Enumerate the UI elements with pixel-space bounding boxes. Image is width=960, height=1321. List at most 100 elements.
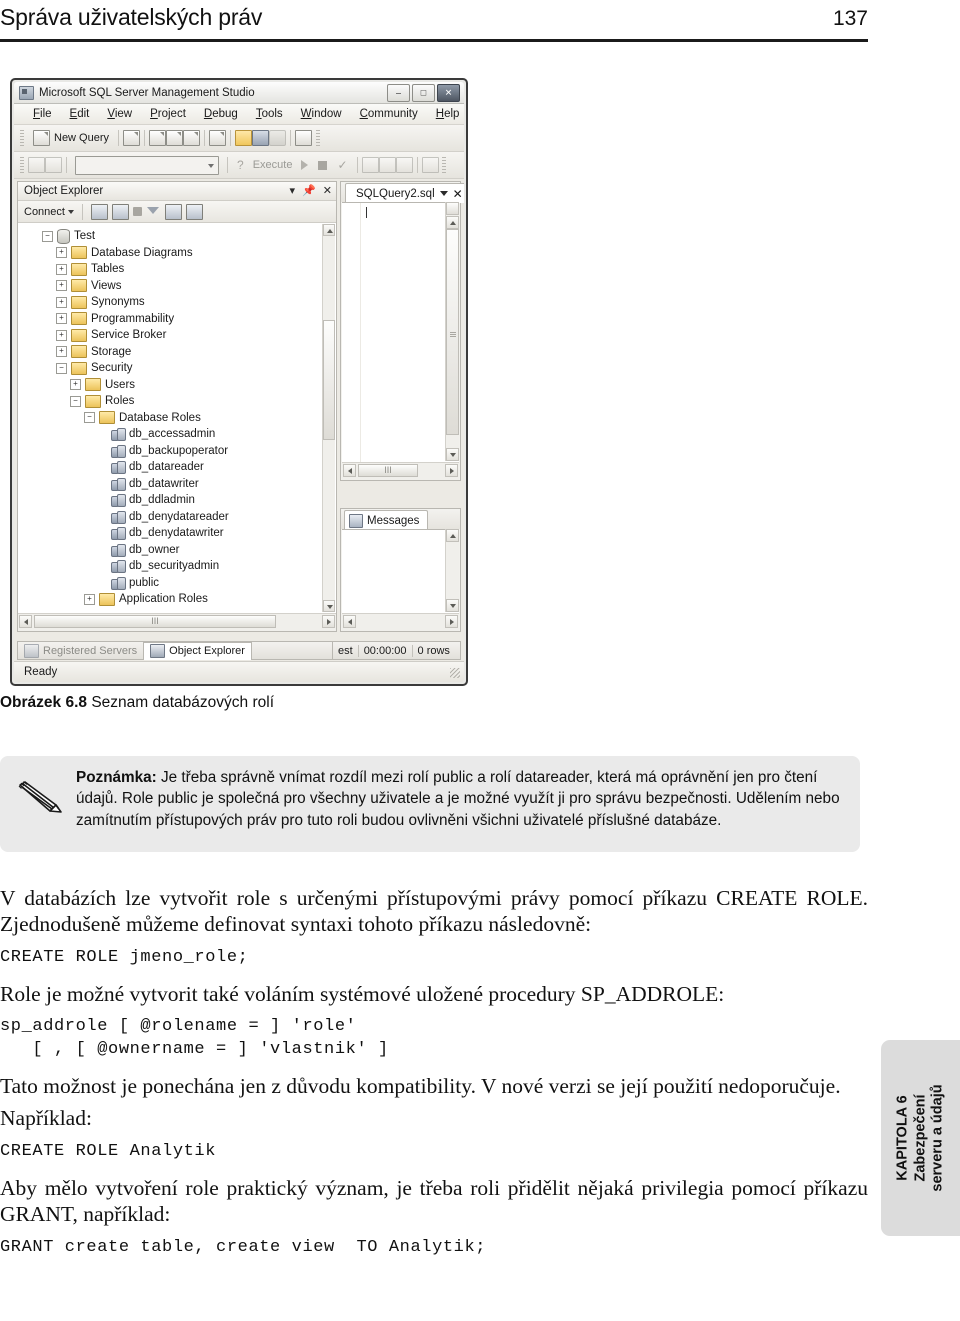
menu-debug[interactable]: Debug	[195, 108, 247, 120]
tree-node-db-denydatareader[interactable]: db_denydatareader	[18, 509, 336, 526]
disconnect-object-explorer-icon[interactable]	[111, 203, 129, 220]
scroll-right-arrow-icon[interactable]	[322, 615, 335, 628]
refresh-icon[interactable]	[164, 203, 182, 220]
scroll-thumb[interactable]: III	[34, 615, 276, 628]
menu-window[interactable]: Window	[292, 108, 351, 120]
print-icon[interactable]	[269, 130, 287, 146]
toolbar-grip[interactable]	[20, 157, 24, 173]
stop-icon[interactable]	[132, 207, 142, 216]
analysis-services-query-icon[interactable]	[166, 130, 184, 146]
menu-help[interactable]: Help	[427, 108, 464, 120]
tab-close-icon[interactable]: ✕	[453, 188, 463, 200]
scroll-left-arrow-icon[interactable]	[19, 615, 32, 628]
new-query-button[interactable]: New Query	[28, 128, 114, 148]
collapse-minus-icon[interactable]: −	[56, 362, 67, 374]
tree-node-synonyms[interactable]: + Synonyms	[18, 294, 336, 311]
scroll-thumb[interactable]	[446, 229, 459, 435]
xmla-query-icon[interactable]	[209, 130, 227, 146]
database-engine-query-icon[interactable]	[149, 130, 167, 146]
menu-edit[interactable]: Edit	[61, 108, 99, 120]
toolbar-overflow-grip[interactable]	[316, 130, 321, 146]
expand-plus-icon[interactable]: +	[56, 280, 67, 292]
expand-plus-icon[interactable]: +	[56, 346, 67, 358]
pane-close-icon[interactable]: ✕	[323, 184, 332, 197]
scroll-thumb[interactable]: III	[358, 464, 418, 477]
expand-plus-icon[interactable]: +	[56, 247, 67, 259]
scroll-down-arrow-icon[interactable]	[446, 448, 459, 461]
maximize-button[interactable]: □	[412, 84, 435, 102]
menu-community[interactable]: Community	[351, 108, 427, 120]
minimize-button[interactable]: –	[387, 84, 410, 102]
pane-tab-registered-servers[interactable]: Registered Servers	[18, 642, 143, 659]
tree-node-db-datareader[interactable]: db_datareader	[18, 459, 336, 476]
scroll-up-arrow-icon[interactable]	[446, 216, 459, 229]
new-file-icon[interactable]	[123, 130, 141, 146]
messages-text-area[interactable]	[342, 529, 459, 613]
disconnect-icon[interactable]	[45, 157, 62, 173]
pane-tab-object-explorer[interactable]: Object Explorer	[143, 641, 252, 660]
tree-node-public[interactable]: public	[18, 575, 336, 592]
pane-dropdown-icon[interactable]: ▾	[290, 184, 296, 197]
tree-node-db-securityadmin[interactable]: db_securityadmin	[18, 558, 336, 575]
tree-node-application-roles[interactable]: + Application Roles	[18, 591, 336, 608]
tree-node-tables[interactable]: + Tables	[18, 261, 336, 278]
expand-plus-icon[interactable]: +	[56, 329, 67, 341]
messages-horizontal-scrollbar[interactable]	[342, 613, 459, 631]
filter-icon[interactable]	[146, 205, 161, 219]
database-selector[interactable]	[75, 155, 219, 175]
expand-plus-icon[interactable]: +	[56, 263, 67, 275]
tree-node-roles[interactable]: − Roles	[18, 393, 336, 410]
close-button[interactable]: ✕	[437, 84, 460, 102]
auto-hide-pin-icon[interactable]: 📌	[302, 184, 316, 197]
scroll-down-arrow-icon[interactable]	[323, 600, 335, 612]
stop-icon[interactable]	[318, 160, 328, 170]
menu-tools[interactable]: Tools	[247, 108, 292, 120]
mdx-query-icon[interactable]	[183, 130, 201, 146]
resize-grip-icon[interactable]	[450, 668, 460, 678]
scroll-right-arrow-icon[interactable]	[445, 464, 458, 477]
chevron-down-icon[interactable]	[439, 191, 448, 196]
scroll-left-arrow-icon[interactable]	[343, 615, 356, 628]
collapse-minus-icon[interactable]: −	[42, 230, 53, 242]
object-explorer-tree-body[interactable]: − Test + Database Diagrams + Tables + Views + Syn…	[18, 223, 336, 613]
scroll-left-arrow-icon[interactable]	[343, 464, 356, 477]
toolbar-grip[interactable]	[20, 130, 24, 146]
tree-node-security[interactable]: − Security	[18, 360, 336, 377]
expand-plus-icon[interactable]: +	[84, 593, 95, 605]
tree-node-db-backupoperator[interactable]: db_backupoperator	[18, 443, 336, 460]
tree-node-database-diagrams[interactable]: + Database Diagrams	[18, 245, 336, 262]
open-file-icon[interactable]	[235, 130, 253, 146]
results-to-text-icon[interactable]	[421, 157, 439, 173]
editor-vertical-scrollbar[interactable]	[445, 202, 459, 461]
activity-monitor-icon[interactable]	[295, 130, 313, 146]
tree-node-views[interactable]: + Views	[18, 278, 336, 295]
tree-node-db-ddladmin[interactable]: db_ddladmin	[18, 492, 336, 509]
menu-view[interactable]: View	[98, 108, 141, 120]
collapse-minus-icon[interactable]: −	[70, 395, 81, 407]
connect-icon[interactable]	[28, 157, 45, 173]
tree-node-service-broker[interactable]: + Service Broker	[18, 327, 336, 344]
tree-node-db-accessadmin[interactable]: db_accessadmin	[18, 426, 336, 443]
object-explorer-details-icon[interactable]	[185, 203, 203, 220]
scroll-up-arrow-icon[interactable]	[446, 529, 459, 542]
debug-play-icon[interactable]	[301, 160, 309, 170]
menu-project[interactable]: Project	[141, 108, 195, 120]
scroll-up-arrow-icon[interactable]	[323, 224, 335, 236]
execute-label[interactable]: Execute	[249, 159, 297, 171]
expand-plus-icon[interactable]: +	[70, 379, 81, 391]
tree-node-db-denydatawriter[interactable]: db_denydatawriter	[18, 525, 336, 542]
results-to-grid-icon[interactable]	[395, 157, 413, 173]
display-estimated-plan-icon[interactable]	[361, 157, 379, 173]
collapse-minus-icon[interactable]: −	[84, 412, 95, 424]
tree-node-storage[interactable]: + Storage	[18, 344, 336, 361]
tab-sqlquery2[interactable]: SQLQuery2.sql ✕	[345, 183, 464, 203]
query-options-icon[interactable]	[378, 157, 396, 173]
tree-node-database-roles[interactable]: − Database Roles	[18, 410, 336, 427]
tab-messages[interactable]: Messages	[344, 510, 429, 530]
scroll-down-arrow-icon[interactable]	[446, 599, 459, 612]
query-text-area[interactable]	[342, 202, 459, 462]
editor-horizontal-scrollbar[interactable]: III	[342, 462, 459, 480]
object-explorer-horizontal-scrollbar[interactable]: III	[18, 613, 336, 631]
tree-node-users[interactable]: + Users	[18, 377, 336, 394]
scroll-right-arrow-icon[interactable]	[445, 615, 458, 628]
